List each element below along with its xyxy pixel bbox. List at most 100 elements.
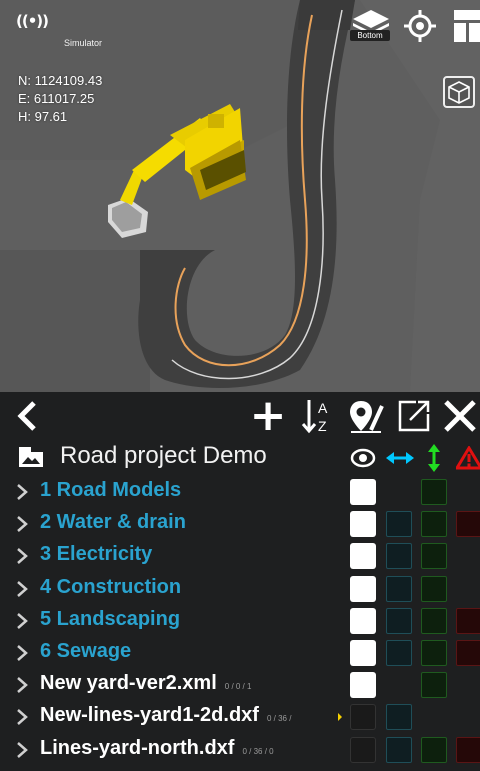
chevron-right-icon[interactable]: [16, 741, 28, 759]
vertical-arrows-icon[interactable]: [424, 444, 444, 472]
external-open-icon: [398, 400, 430, 432]
group-row[interactable]: 6 Sewage: [0, 637, 480, 669]
warning-icon[interactable]: [456, 446, 480, 470]
sort-button[interactable]: A Z: [300, 398, 336, 434]
visibility-eye-icon[interactable]: [350, 446, 376, 470]
chevron-left-icon: [17, 401, 36, 431]
vertical-toggle[interactable]: [421, 736, 447, 763]
project-title: Road project Demo: [60, 442, 267, 469]
file-row[interactable]: Lines-yard-north.dxf 0 / 36 / 0: [0, 734, 480, 766]
row-label-text: Lines-yard-north.dxf: [40, 736, 235, 759]
vertical-toggle[interactable]: [421, 543, 447, 570]
row-label-text: New-lines-yard1-2d.dxf: [40, 704, 259, 727]
svg-text:Z: Z: [318, 418, 327, 434]
horizontal-toggle[interactable]: [386, 607, 412, 634]
chevron-right-icon[interactable]: [16, 515, 28, 533]
sort-az-icon: A Z: [301, 400, 328, 434]
visibility-checkbox[interactable]: [350, 511, 376, 538]
group-row[interactable]: 3 Electricity: [0, 540, 480, 572]
flag-marker-icon: [338, 713, 342, 722]
chevron-right-icon[interactable]: [16, 580, 28, 598]
horizontal-toggle[interactable]: [386, 575, 412, 602]
height-coordinate: H: 97.61: [18, 109, 68, 124]
open-external-button[interactable]: [394, 398, 434, 434]
grid-view-icon[interactable]: [452, 8, 480, 44]
warning-toggle[interactable]: [456, 640, 480, 666]
group-row[interactable]: 4 Construction: [0, 573, 480, 605]
chevron-right-icon[interactable]: [16, 483, 28, 501]
vertical-toggle[interactable]: [421, 640, 447, 666]
north-coordinate: N: 1124109.43: [18, 73, 103, 88]
vertical-toggle[interactable]: [421, 511, 447, 538]
row-label[interactable]: 3 Electricity: [40, 543, 152, 566]
map-viewport[interactable]: ((•)) Simulator N: 1124109.43 E: 611017.…: [0, 0, 480, 392]
project-image-icon: [19, 447, 43, 467]
horizontal-toggle[interactable]: [386, 511, 412, 538]
layers-panel: + A Z Road project Demo 1 Road Models 2 …: [0, 392, 480, 771]
close-icon: [444, 400, 476, 432]
view-mode-label: Bottom: [350, 30, 390, 41]
row-label-text: 6 Sewage: [40, 640, 132, 662]
vertical-toggle[interactable]: [421, 575, 447, 602]
visibility-checkbox[interactable]: [350, 543, 376, 570]
vertical-toggle[interactable]: [421, 607, 447, 634]
cube-icon: [448, 81, 470, 104]
row-label-text: 4 Construction: [40, 575, 182, 598]
project-header: Road project Demo: [0, 440, 480, 476]
close-button[interactable]: [440, 398, 480, 434]
3d-cube-button[interactable]: [443, 76, 475, 108]
east-coordinate: E: 611017.25: [18, 91, 95, 106]
visibility-checkbox[interactable]: [350, 607, 376, 634]
chevron-right-icon[interactable]: [16, 612, 28, 630]
row-label-text: 1 Road Models: [40, 479, 182, 501]
visibility-checkbox[interactable]: [350, 479, 376, 505]
svg-text:A: A: [318, 400, 328, 416]
visibility-checkbox[interactable]: [350, 575, 376, 602]
panel-toolbar: + A Z: [0, 392, 480, 440]
visibility-checkbox[interactable]: [350, 704, 376, 731]
chevron-right-icon[interactable]: [16, 676, 28, 694]
row-label[interactable]: 1 Road Models: [40, 479, 181, 502]
group-row[interactable]: 5 Landscaping: [0, 605, 480, 637]
row-label[interactable]: 2 Water & drain: [40, 511, 186, 534]
horizontal-toggle[interactable]: [386, 704, 412, 731]
horizontal-toggle[interactable]: [386, 736, 412, 763]
back-button[interactable]: [10, 398, 44, 434]
row-counts: 0 / 0 / 1: [224, 682, 252, 692]
visibility-checkbox[interactable]: [350, 672, 376, 699]
scene-3d-view: [0, 0, 480, 392]
warning-toggle[interactable]: [456, 736, 480, 763]
locate-target-icon[interactable]: [404, 10, 436, 42]
vertical-toggle[interactable]: [421, 672, 447, 699]
edit-point-icon: [350, 401, 384, 433]
file-row[interactable]: New-lines-yard1-2d.dxf 0 / 36 /: [0, 701, 480, 733]
chevron-right-icon[interactable]: [16, 547, 28, 565]
visibility-checkbox[interactable]: [350, 736, 376, 763]
file-row[interactable]: New yard-ver2.xml 0 / 0 / 1: [0, 669, 480, 701]
row-label[interactable]: New yard-ver2.xml 0 / 0 / 1: [40, 672, 251, 695]
group-row[interactable]: 2 Water & drain: [0, 508, 480, 540]
horizontal-toggle[interactable]: [386, 640, 412, 666]
chevron-right-icon[interactable]: [16, 708, 28, 726]
coordinates-readout: N: 1124109.43 E: 611017.25 H: 97.61: [18, 72, 102, 126]
row-label[interactable]: 5 Landscaping: [40, 608, 180, 631]
row-label-text: 3 Electricity: [40, 543, 153, 566]
row-label[interactable]: 6 Sewage: [40, 640, 131, 663]
row-label-text: 5 Landscaping: [40, 607, 181, 630]
warning-toggle[interactable]: [456, 511, 480, 538]
horizontal-toggle[interactable]: [386, 543, 412, 570]
edit-point-button[interactable]: [346, 398, 386, 434]
row-label[interactable]: 4 Construction: [40, 576, 181, 599]
warning-toggle[interactable]: [456, 607, 480, 634]
vertical-toggle[interactable]: [421, 479, 447, 505]
row-label[interactable]: Lines-yard-north.dxf 0 / 36 / 0: [40, 737, 274, 760]
row-label-text: 2 Water & drain: [40, 511, 186, 534]
chevron-right-icon[interactable]: [16, 644, 28, 662]
gps-signal-icon[interactable]: ((•)): [16, 12, 49, 30]
group-row[interactable]: 1 Road Models: [0, 476, 480, 508]
horizontal-arrows-icon[interactable]: [386, 448, 414, 468]
visibility-checkbox[interactable]: [350, 640, 376, 666]
add-button[interactable]: +: [248, 394, 288, 438]
row-label[interactable]: New-lines-yard1-2d.dxf 0 / 36 /: [40, 704, 291, 727]
row-counts: 0 / 36 / 0: [242, 746, 274, 756]
